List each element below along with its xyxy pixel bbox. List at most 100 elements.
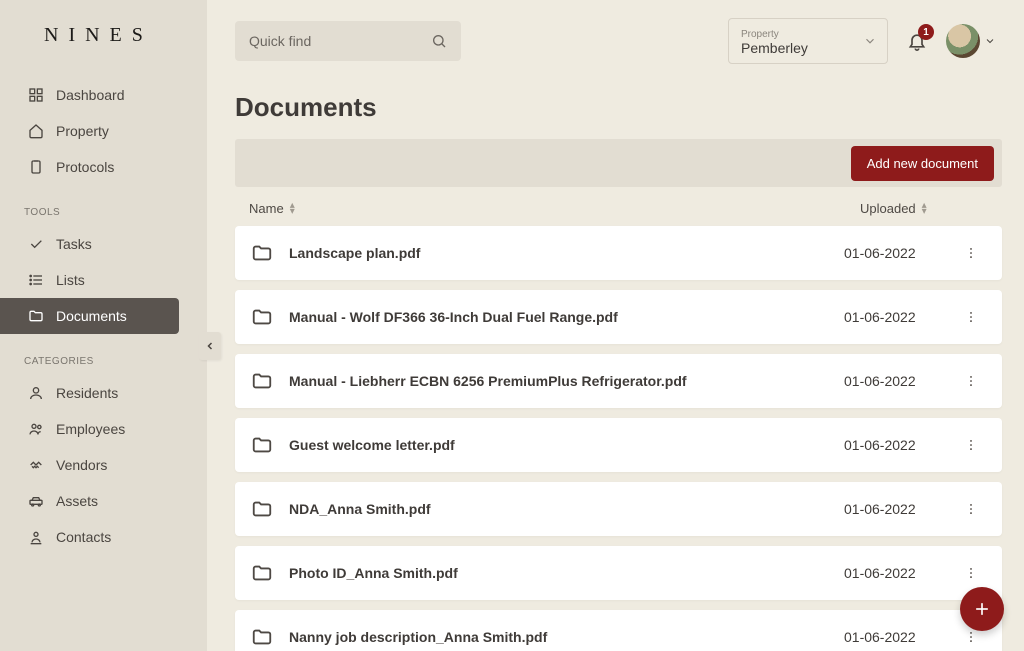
sidebar-item-documents[interactable]: Documents <box>0 298 179 334</box>
car-icon <box>28 493 44 509</box>
sidebar-item-lists[interactable]: Lists <box>0 262 207 298</box>
add-document-button[interactable]: Add new document <box>851 146 994 181</box>
document-uploaded: 01-06-2022 <box>844 629 944 645</box>
sidebar-item-label: Tasks <box>56 236 92 252</box>
sidebar-collapse-toggle[interactable] <box>199 332 221 360</box>
sidebar-item-assets[interactable]: Assets <box>0 483 207 519</box>
sidebar-item-label: Employees <box>56 421 125 437</box>
sidebar-item-protocols[interactable]: Protocols <box>0 149 207 185</box>
document-name: Nanny job description_Anna Smith.pdf <box>289 629 844 645</box>
nav-primary: Dashboard Property Protocols <box>0 77 207 193</box>
sidebar-item-property[interactable]: Property <box>0 113 207 149</box>
row-actions-button[interactable] <box>964 310 980 324</box>
document-row[interactable]: Manual - Wolf DF366 36-Inch Dual Fuel Ra… <box>235 290 1002 344</box>
document-row[interactable]: NDA_Anna Smith.pdf01-06-2022 <box>235 482 1002 536</box>
sidebar-item-contacts[interactable]: Contacts <box>0 519 207 555</box>
folder-icon <box>251 370 273 392</box>
sidebar-item-label: Documents <box>56 308 127 324</box>
folder-icon <box>251 626 273 648</box>
document-name: Landscape plan.pdf <box>289 245 844 261</box>
column-name[interactable]: Name ▴▾ <box>249 201 860 216</box>
sort-icon: ▴▾ <box>290 203 294 215</box>
person-icon <box>28 385 44 401</box>
action-bar: Add new document <box>235 139 1002 187</box>
nav-categories: Residents Employees Vendors Assets Conta… <box>0 375 207 563</box>
document-name: Photo ID_Anna Smith.pdf <box>289 565 844 581</box>
home-icon <box>28 123 44 139</box>
property-selector[interactable]: Property Pemberley <box>728 18 888 64</box>
sidebar-item-residents[interactable]: Residents <box>0 375 207 411</box>
fab-add-button[interactable] <box>960 587 1004 631</box>
document-name: Manual - Liebherr ECBN 6256 PremiumPlus … <box>289 373 844 389</box>
chevron-down-icon <box>863 34 877 48</box>
column-name-label: Name <box>249 201 284 216</box>
search-icon <box>431 33 447 49</box>
quick-find-search[interactable] <box>235 21 461 61</box>
property-value: Pemberley <box>741 40 875 56</box>
row-actions-button[interactable] <box>964 566 980 580</box>
user-menu[interactable] <box>946 24 996 58</box>
row-actions-button[interactable] <box>964 374 980 388</box>
sidebar: NINES Dashboard Property Protocols TOOLS <box>0 0 207 651</box>
sidebar-item-label: Contacts <box>56 529 111 545</box>
sidebar-item-label: Dashboard <box>56 87 125 103</box>
sidebar-item-label: Residents <box>56 385 118 401</box>
topbar: Property Pemberley 1 <box>207 0 1024 72</box>
list-icon <box>28 272 44 288</box>
page: Documents Add new document Name ▴▾ Uploa… <box>207 72 1024 651</box>
page-title: Documents <box>235 80 1002 139</box>
avatar <box>946 24 980 58</box>
sidebar-item-vendors[interactable]: Vendors <box>0 447 207 483</box>
notification-badge: 1 <box>918 24 934 40</box>
notifications-button[interactable]: 1 <box>906 30 928 52</box>
handshake-icon <box>28 457 44 473</box>
column-uploaded-label: Uploaded <box>860 201 916 216</box>
document-uploaded: 01-06-2022 <box>844 501 944 517</box>
document-name: Manual - Wolf DF366 36-Inch Dual Fuel Ra… <box>289 309 844 325</box>
row-actions-button[interactable] <box>964 246 980 260</box>
check-icon <box>28 236 44 252</box>
sidebar-item-label: Protocols <box>56 159 114 175</box>
folder-icon <box>251 242 273 264</box>
people-icon <box>28 421 44 437</box>
sort-icon: ▴▾ <box>922 203 926 215</box>
document-name: Guest welcome letter.pdf <box>289 437 844 453</box>
document-uploaded: 01-06-2022 <box>844 373 944 389</box>
sidebar-item-label: Vendors <box>56 457 107 473</box>
sidebar-item-label: Lists <box>56 272 85 288</box>
row-actions-button[interactable] <box>964 630 980 644</box>
document-row[interactable]: Landscape plan.pdf01-06-2022 <box>235 226 1002 280</box>
document-row[interactable]: Photo ID_Anna Smith.pdf01-06-2022 <box>235 546 1002 600</box>
sidebar-item-tasks[interactable]: Tasks <box>0 226 207 262</box>
main: Property Pemberley 1 Documents Add new d… <box>207 0 1024 651</box>
sidebar-item-label: Assets <box>56 493 98 509</box>
document-row[interactable]: Manual - Liebherr ECBN 6256 PremiumPlus … <box>235 354 1002 408</box>
nav-heading-tools: TOOLS <box>0 193 207 226</box>
document-uploaded: 01-06-2022 <box>844 309 944 325</box>
chevron-down-icon <box>984 35 996 47</box>
folder-icon <box>251 498 273 520</box>
row-actions-button[interactable] <box>964 502 980 516</box>
document-row[interactable]: Nanny job description_Anna Smith.pdf01-0… <box>235 610 1002 651</box>
document-name: NDA_Anna Smith.pdf <box>289 501 844 517</box>
folder-icon <box>251 562 273 584</box>
column-uploaded[interactable]: Uploaded ▴▾ <box>860 201 980 216</box>
brand-logo: NINES <box>0 18 207 77</box>
table-header: Name ▴▾ Uploaded ▴▾ <box>235 189 1002 226</box>
folder-icon <box>28 308 44 324</box>
document-uploaded: 01-06-2022 <box>844 565 944 581</box>
folder-icon <box>251 306 273 328</box>
nav-heading-categories: CATEGORIES <box>0 342 207 375</box>
nav-tools: Tasks Lists Documents <box>0 226 207 342</box>
contacts-icon <box>28 529 44 545</box>
document-uploaded: 01-06-2022 <box>844 437 944 453</box>
sidebar-item-employees[interactable]: Employees <box>0 411 207 447</box>
document-row[interactable]: Guest welcome letter.pdf01-06-2022 <box>235 418 1002 472</box>
sidebar-item-dashboard[interactable]: Dashboard <box>0 77 207 113</box>
grid-icon <box>28 87 44 103</box>
document-uploaded: 01-06-2022 <box>844 245 944 261</box>
property-label: Property <box>741 29 875 40</box>
folder-icon <box>251 434 273 456</box>
search-input[interactable] <box>249 33 409 49</box>
row-actions-button[interactable] <box>964 438 980 452</box>
